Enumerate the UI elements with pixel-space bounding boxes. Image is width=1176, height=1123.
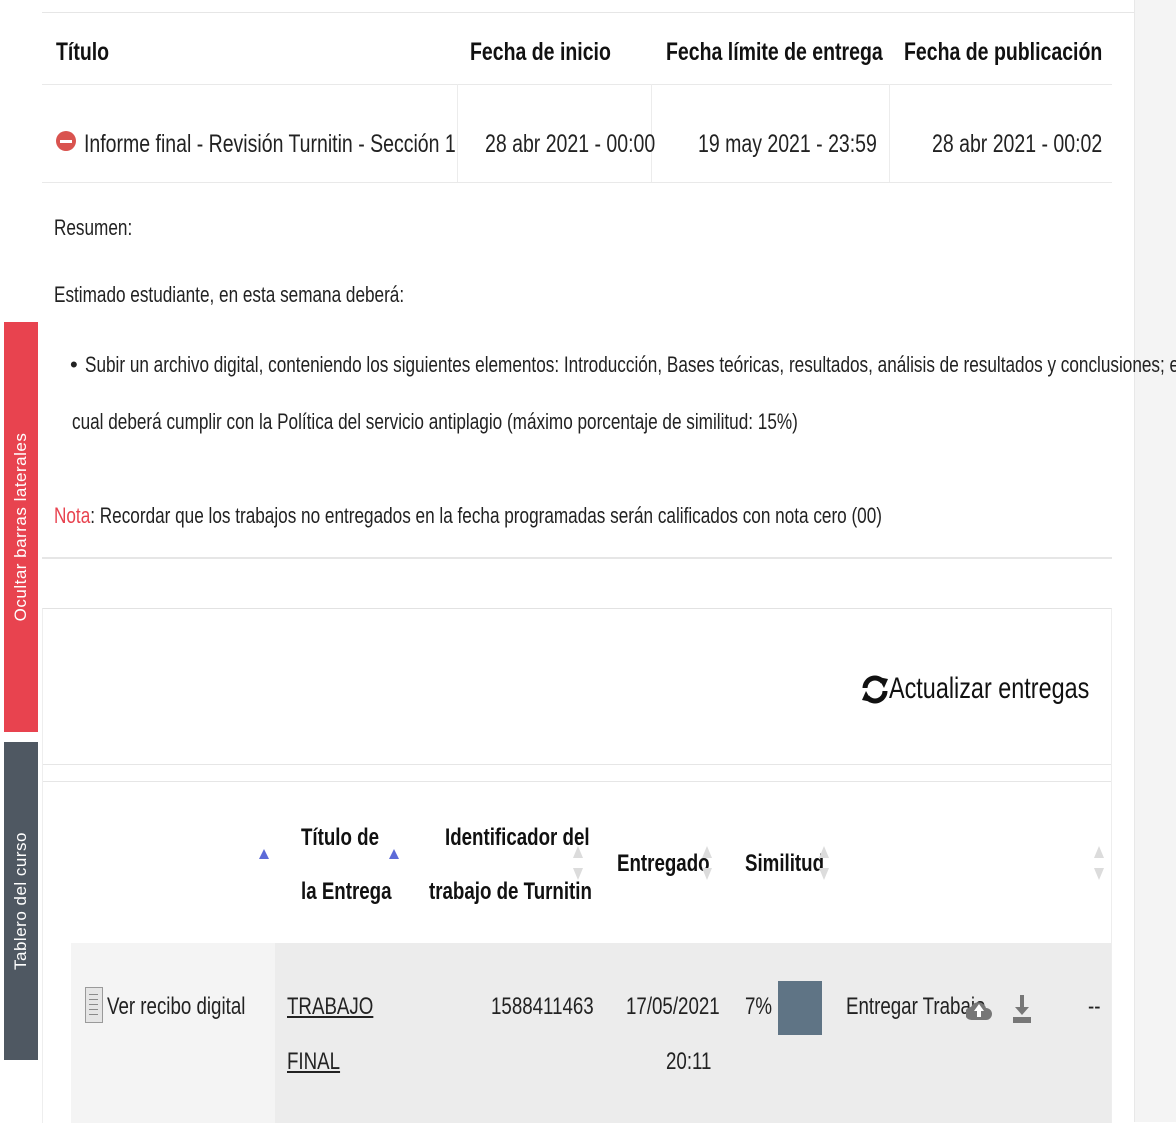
receipt-cell: Ver recibo digital — [71, 943, 275, 1123]
note-label: Nota — [54, 503, 91, 528]
header-title: Título — [56, 38, 110, 66]
extra-cell: -- — [1088, 993, 1101, 1020]
section-divider — [43, 764, 1111, 765]
hide-sidebars-label: Ocultar barras laterales — [11, 432, 30, 622]
submitted-time: 20:11 — [666, 1048, 712, 1075]
submission-title-link[interactable]: TRABAJO — [287, 993, 398, 1021]
due-date: 19 may 2021 - 23:59 — [698, 130, 877, 158]
upload-icon[interactable] — [966, 998, 992, 1022]
start-date: 28 abr 2021 - 00:00 — [485, 130, 656, 158]
refresh-label: Actualizar entregas — [889, 672, 1090, 705]
refresh-submissions-button[interactable]: Actualizar entregas — [861, 669, 1146, 709]
refresh-icon — [862, 675, 888, 704]
note-text: : Recordar que los trabajos no entregado… — [90, 503, 882, 528]
row-divider — [42, 84, 1112, 85]
sort-asc-icon[interactable] — [259, 849, 269, 859]
sort-icon[interactable] — [819, 846, 829, 882]
submit-paper-button[interactable]: Entregar Trabajo — [846, 993, 1025, 1021]
summary-intro: Estimado estudiante, en esta semana debe… — [54, 282, 405, 307]
paper-id: 1588411463 — [491, 993, 594, 1020]
course-dashboard-tab[interactable]: Tablero del curso — [4, 742, 38, 1060]
right-rail — [1134, 0, 1176, 1122]
header-post-date: Fecha de publicación — [904, 38, 1103, 66]
col-paper-id[interactable]: Identificador del trabajo de Turnitin — [429, 811, 638, 919]
col-title[interactable]: Título de la Entrega — [301, 811, 417, 919]
note: Nota: Recordar que los trabajos no entre… — [54, 503, 1116, 529]
table-row: Ver recibo digital TRABAJO FINAL 1588411… — [71, 943, 1111, 1123]
view-receipt-link[interactable]: Ver recibo digital — [107, 993, 284, 1021]
bullet-marker: • — [70, 352, 78, 377]
no-entry-icon — [56, 131, 76, 151]
assignment-card: Título Fecha de inicio Fecha límite de e… — [42, 12, 1176, 559]
col-submitted[interactable]: Entregado — [617, 837, 736, 891]
row-divider — [42, 182, 1112, 183]
sort-icon[interactable] — [702, 846, 712, 882]
header-start-date: Fecha de inicio — [470, 38, 611, 66]
header-due-date: Fecha límite de entrega — [666, 38, 883, 66]
section-divider — [43, 781, 1111, 782]
sort-asc-icon[interactable] — [389, 849, 399, 859]
submission-title-link-line2[interactable]: FINAL — [287, 1048, 355, 1076]
course-dashboard-label: Tablero del curso — [11, 832, 30, 970]
bullet-text-line1: Subir un archivo digital, conteniendo lo… — [85, 352, 1176, 377]
summary-label: Resumen: — [54, 215, 133, 240]
bullet-text-line2: cual deberá cumplir con la Política del … — [72, 409, 798, 434]
download-icon[interactable] — [1012, 993, 1032, 1025]
similarity-report-button[interactable] — [778, 981, 822, 1035]
submitted-date: 17/05/2021 — [626, 993, 720, 1020]
hide-sidebars-tab[interactable]: Ocultar barras laterales — [4, 322, 38, 732]
submissions-card: Actualizar entregas Título de la Entrega… — [42, 608, 1112, 1123]
post-date: 28 abr 2021 - 00:02 — [932, 130, 1103, 158]
similarity-percent[interactable]: 7% — [745, 993, 780, 1021]
sort-icon[interactable] — [1094, 846, 1104, 882]
sort-icon[interactable] — [573, 846, 583, 882]
col-similarity[interactable]: Similitud — [745, 837, 846, 891]
document-icon — [85, 987, 103, 1023]
